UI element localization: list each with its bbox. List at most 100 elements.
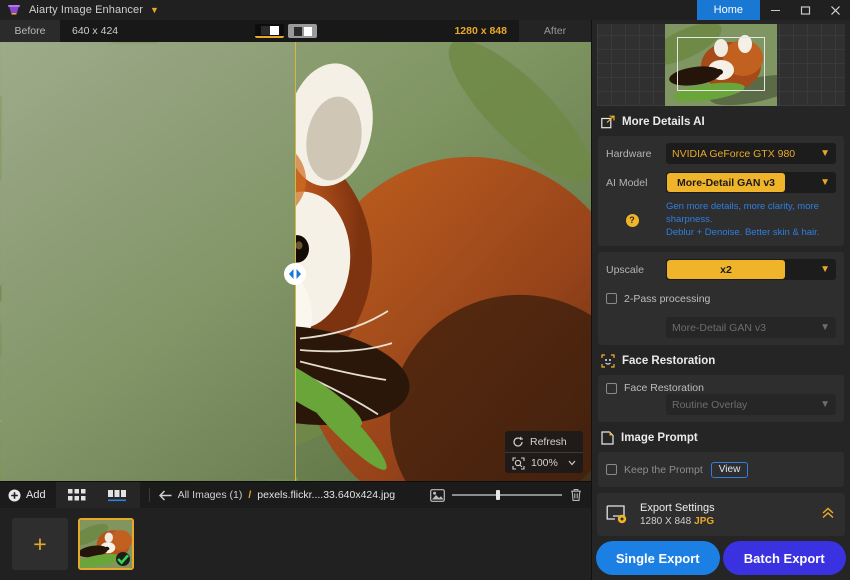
ai-model-value: More-Detail GAN v3 — [667, 173, 786, 192]
section-title: More Details AI — [622, 116, 705, 128]
refresh-label: Refresh — [530, 435, 567, 448]
thumbnail-size-slider-group — [430, 488, 591, 502]
compare-slider-handle-icon[interactable] — [284, 263, 306, 285]
section-image-prompt: Image Prompt — [592, 422, 850, 452]
checkbox-box[interactable] — [606, 382, 617, 394]
zoom-magnifier-icon — [512, 456, 525, 470]
maximize-icon[interactable] — [790, 0, 820, 20]
section-title: Face Restoration — [622, 355, 716, 368]
batch-export-button[interactable]: Batch Export — [722, 541, 846, 575]
filmstrip: + — [0, 508, 591, 580]
add-label: Add — [26, 489, 46, 501]
image-size-icon — [430, 488, 445, 502]
check-circle-icon — [116, 552, 130, 566]
breadcrumb: All Images (1) / pexels.flickr....33.640… — [158, 489, 395, 501]
canvas-controls: Refresh 100% — [505, 431, 583, 473]
question-mark-icon[interactable]: ? — [625, 213, 639, 227]
face-model-value: Routine Overlay — [672, 398, 748, 411]
breadcrumb-separator: / — [248, 489, 252, 501]
split-view-icon[interactable] — [255, 24, 285, 38]
grid-view-icon[interactable] — [56, 482, 98, 508]
panel-scroll: More Details AI Hardware NVIDIA GeForce … — [592, 106, 850, 493]
refresh-icon — [513, 436, 524, 447]
navigator-viewport-icon[interactable] — [677, 37, 765, 91]
refresh-button[interactable]: Refresh — [505, 431, 583, 452]
image-prompt-card: Keep the Prompt View — [598, 452, 844, 488]
checkbox-box[interactable] — [606, 293, 617, 305]
after-tab-group: After — [519, 20, 591, 42]
description-line-1: Gen more details, more clarity, more sha… — [666, 201, 819, 225]
two-pass-label: 2-Pass processing — [624, 292, 711, 305]
checkbox-box[interactable] — [606, 464, 617, 476]
export-buttons: Single Export Batch Export — [592, 541, 850, 580]
add-image-tile[interactable]: + — [12, 518, 68, 570]
more-details-ai-icon — [601, 115, 615, 129]
view-toggle-group — [55, 482, 140, 508]
export-settings-icon — [606, 504, 627, 523]
hardware-value: NVIDIA GeForce GTX 980 — [672, 147, 796, 160]
slider-knob[interactable] — [496, 490, 500, 500]
thumbnail-size-slider[interactable] — [452, 490, 562, 500]
upscale-card: Upscale x2 ▼ 2-Pass processing More-Deta… — [598, 252, 844, 346]
view-mode-toggles — [130, 20, 442, 42]
list-item[interactable] — [78, 518, 134, 570]
app-window: Aiarty Image Enhancer ▼ Home Before 640 … — [0, 0, 850, 580]
navigator-preview[interactable] — [597, 24, 845, 106]
zoom-control[interactable]: 100% — [505, 452, 583, 473]
description-block: Gen more details, more clarity, more sha… — [666, 201, 836, 239]
export-settings[interactable]: Export Settings 1280 X 848 JPG — [597, 493, 845, 536]
hat-logo-icon — [6, 2, 22, 18]
two-pass-checkbox[interactable]: 2-Pass processing — [606, 293, 710, 305]
ai-model-label: AI Model — [606, 176, 648, 189]
before-tab[interactable]: Before — [0, 20, 60, 42]
image-canvas[interactable]: Refresh 100% — [0, 42, 591, 481]
file-toolbar: Add All Images (1) / pexels.flickr....33… — [0, 481, 591, 508]
face-model-select[interactable]: Routine Overlay ▼ — [666, 394, 836, 416]
after-tab[interactable]: After — [519, 20, 591, 42]
toolbar-divider — [148, 488, 150, 502]
compare-bar: Before 640 x 424 1280 x 848 After — [0, 20, 591, 42]
hardware-select[interactable]: NVIDIA GeForce GTX 980 ▼ — [666, 143, 836, 164]
hardware-label: Hardware — [606, 147, 652, 160]
chevron-up-double-icon[interactable] — [820, 505, 836, 524]
face-restoration-icon — [601, 354, 615, 369]
chevron-down-icon: ▼ — [820, 147, 830, 159]
export-resolution: 1280 X 848 — [640, 516, 692, 527]
export-resolution-line: 1280 X 848 JPG — [640, 516, 715, 527]
left-pane: Before 640 x 424 1280 x 848 After Refres… — [0, 20, 591, 580]
face-restoration-label: Face Restoration — [624, 382, 704, 395]
add-button[interactable]: Add — [0, 482, 56, 508]
close-icon[interactable] — [820, 0, 850, 20]
upscale-row: Upscale x2 ▼ — [606, 259, 836, 281]
plus-circle-icon — [8, 489, 21, 501]
home-button[interactable]: Home — [696, 0, 760, 20]
section-title: Image Prompt — [621, 432, 698, 445]
export-text: Export Settings 1280 X 848 JPG — [640, 502, 715, 527]
face-model-row: Routine Overlay ▼ — [606, 394, 836, 416]
settings-panel: More Details AI Hardware NVIDIA GeForce … — [591, 20, 850, 580]
keep-prompt-label: Keep the Prompt — [624, 463, 703, 476]
minimize-icon[interactable] — [760, 0, 790, 20]
breadcrumb-root[interactable]: All Images (1) — [178, 489, 243, 501]
before-dimensions: 640 x 424 — [72, 25, 119, 37]
document-prompt-icon — [601, 431, 614, 446]
single-export-button[interactable]: Single Export — [596, 541, 720, 575]
upscale-value: x2 — [667, 260, 785, 280]
filmstrip-view-icon[interactable] — [98, 482, 140, 508]
side-by-side-view-icon[interactable] — [288, 24, 318, 38]
chevron-down-icon: ▼ — [820, 321, 830, 333]
section-more-details-ai: More Details AI — [592, 106, 850, 136]
ai-model-select[interactable]: More-Detail GAN v3 ▼ — [666, 172, 836, 193]
keep-prompt-checkbox[interactable]: Keep the Prompt — [606, 464, 703, 476]
view-prompt-button[interactable]: View — [710, 461, 749, 478]
two-pass-model-select[interactable]: More-Detail GAN v3 ▼ — [666, 317, 836, 339]
upscale-select[interactable]: x2 ▼ — [666, 259, 836, 281]
chevron-down-icon: ▼ — [820, 398, 830, 410]
chevron-down-icon[interactable]: ▼ — [150, 5, 159, 15]
zoom-level: 100% — [531, 457, 558, 469]
chevron-down-icon — [568, 460, 576, 466]
trash-icon — [571, 489, 581, 501]
two-pass-row: 2-Pass processing — [606, 288, 836, 309]
face-restoration-checkbox[interactable]: Face Restoration — [606, 382, 836, 394]
upscale-label: Upscale — [606, 263, 644, 276]
